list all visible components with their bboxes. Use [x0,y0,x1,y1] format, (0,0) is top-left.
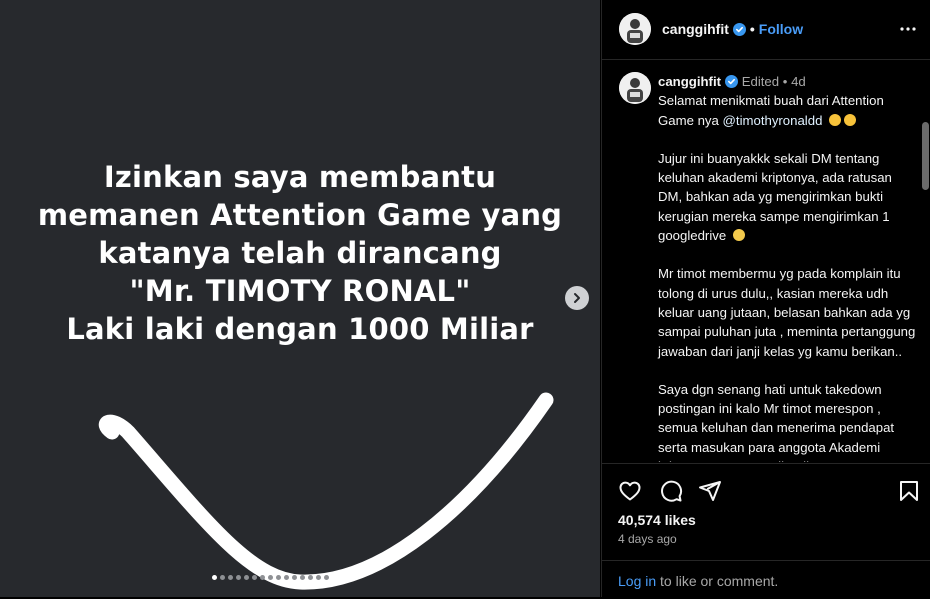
emoji-icon [844,113,857,126]
carousel-dot [228,575,233,580]
heart-icon[interactable] [618,479,642,503]
header-user: canggihfit • Follow [662,21,803,37]
login-prompt: Log in to like or comment. [602,560,930,599]
carousel-dot [316,575,321,580]
chevron-right-icon [574,293,580,303]
login-rest: to like or comment. [656,573,779,589]
post-time[interactable]: 4 days ago [618,532,677,546]
verified-icon [725,75,739,88]
mention-link[interactable]: @timothyronaldd [723,113,823,128]
avatar[interactable] [619,13,651,45]
bookmark-icon[interactable] [897,479,921,503]
carousel-dot [300,575,305,580]
separator: • [782,74,788,89]
caption-text: canggihfit Edited • 4d Selamat menikmati… [658,72,916,462]
caption-paragraph: Saya dgn senang hati untuk takedown post… [658,381,895,462]
carousel-dot [276,575,281,580]
post-sidebar: canggihfit • Follow canggihfit Edited • 4d… [601,0,930,597]
carousel-dot [260,575,265,580]
carousel-dot [268,575,273,580]
login-link[interactable]: Log in [618,573,656,589]
caption-area[interactable]: canggihfit Edited • 4d Selamat menikmati… [602,60,930,462]
separator: • [749,21,755,37]
comment-icon[interactable] [659,479,683,503]
share-icon[interactable] [698,479,722,503]
avatar[interactable] [619,72,651,104]
action-bar: 40,574 likes 4 days ago Log in to like o… [602,463,930,598]
carousel-dot [212,575,217,580]
more-icon[interactable] [899,20,917,38]
login-text: Log in to like or comment. [618,573,778,589]
scrollbar[interactable] [922,122,929,190]
follow-button[interactable]: Follow [759,21,803,37]
carousel-indicator [212,575,329,580]
smile-drawing [98,392,554,590]
post-header: canggihfit • Follow [602,0,930,60]
next-image-button[interactable] [565,286,589,310]
post-media[interactable]: Izinkan saya membantu memanen Attention … [0,0,600,597]
edited-label: Edited [741,74,780,89]
emoji-icon [829,113,842,126]
carousel-dot [284,575,289,580]
carousel-dot [220,575,225,580]
carousel-dot [244,575,249,580]
carousel-dot [308,575,313,580]
username-link[interactable]: canggihfit [662,21,729,37]
emoji-icon [732,229,745,242]
carousel-dot [324,575,329,580]
carousel-dot [252,575,257,580]
caption-username[interactable]: canggihfit [658,74,721,89]
caption-age[interactable]: 4d [791,74,806,89]
caption-header: canggihfit Edited • 4d [658,72,916,91]
caption-paragraph: Jujur ini buanyakkk sekali DM tentang ke… [658,149,916,245]
caption-line: Selamat menikmati buah dari Attention Ga… [658,91,916,130]
carousel-dot [236,575,241,580]
carousel-dot [292,575,297,580]
likes-count[interactable]: 40,574 likes [618,512,696,528]
caption-paragraph: Mr timot membermu yg pada komplain itu t… [658,266,916,359]
caption-text-part: Jujur ini buanyakkk sekali DM tentang ke… [658,150,892,244]
verified-icon [732,23,746,36]
